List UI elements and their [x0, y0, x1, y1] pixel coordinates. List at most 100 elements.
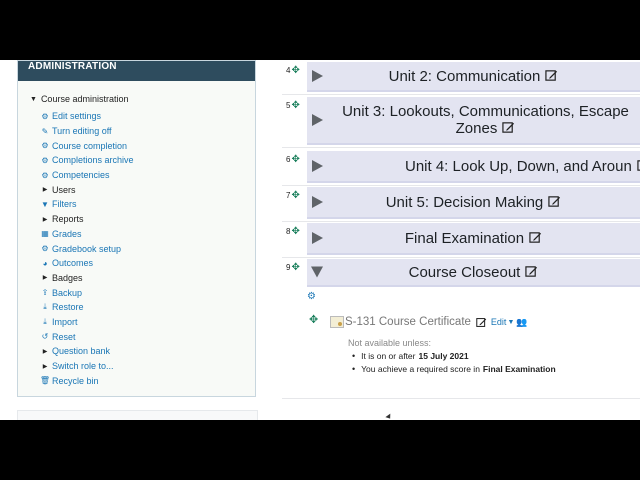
availability-conditions: It is on or after 15 July 2021 You achie…	[352, 349, 556, 375]
condition-date: It is on or after 15 July 2021	[352, 349, 556, 362]
certificate-activity: S-131 Course Certificate Edit ▼ 👥	[330, 316, 528, 328]
move-icon[interactable]: ✥	[309, 313, 318, 326]
section-number-text: 9	[286, 263, 291, 272]
section-title: Unit 5: Decision Making	[386, 194, 562, 211]
gear-icon: ⚙	[41, 141, 49, 151]
availability-label: Not available unless:	[348, 338, 432, 348]
undo-icon: ↺	[41, 332, 49, 342]
section-number: 5 ✥	[286, 100, 300, 111]
admin-item[interactable]: ⚙ Edit settings	[40, 109, 134, 124]
section-title: Course Closeout	[409, 264, 539, 281]
admin-item-label: Completions archive	[52, 155, 134, 166]
caret-down-icon[interactable]: ▼	[507, 319, 514, 326]
edit-title-icon[interactable]	[525, 265, 538, 278]
admin-item[interactable]: ▶ Question bank	[40, 344, 134, 359]
divider	[282, 257, 640, 258]
admin-item-label: Course completion	[52, 140, 128, 151]
gear-icon: ⚙	[41, 170, 49, 180]
section-header-bar[interactable]: Course Closeout	[307, 259, 640, 287]
admin-item[interactable]: ⤓ Import	[40, 315, 134, 330]
section-header-bar[interactable]: Unit 4: Look Up, Down, and Aroun	[307, 151, 640, 183]
download-icon: ⤓	[43, 302, 47, 312]
gear-icon: ⚙	[41, 244, 49, 254]
move-icon[interactable]: ✥	[291, 226, 299, 237]
edit-title-icon[interactable]	[502, 121, 515, 134]
triangle-down-icon: ▼	[30, 95, 37, 103]
move-icon[interactable]: ✥	[291, 100, 299, 111]
section-header-bar[interactable]: Unit 3: Lookouts, Communications, Escape…	[307, 97, 640, 145]
expand-arrow-icon[interactable]	[312, 114, 323, 126]
move-icon[interactable]: ✥	[291, 190, 299, 201]
administration-block: ADMINISTRATION ▼ Course administration ⚙…	[17, 60, 256, 397]
section-header-bar[interactable]: Unit 2: Communication	[307, 62, 640, 92]
edit-title-icon[interactable]	[545, 69, 558, 82]
admin-item[interactable]: ✎ Turn editing off	[40, 124, 134, 139]
gear-icon[interactable]: ⚙	[307, 291, 316, 302]
expand-arrow-icon[interactable]	[312, 160, 323, 172]
admin-item-label: Recycle bin	[52, 375, 99, 386]
admin-item[interactable]: ▶ Reports	[40, 212, 134, 227]
admin-item-label: Gradebook setup	[52, 243, 122, 254]
group-mode-icon[interactable]: 👥	[516, 317, 527, 328]
admin-item-label: Reports	[52, 214, 84, 225]
certificate-activity-link[interactable]: S-131 Course Certificate	[345, 316, 471, 328]
admin-item[interactable]: ▶ Users	[40, 182, 134, 197]
filter-icon: ▼	[41, 199, 49, 209]
admin-item[interactable]: 🗑 Recycle bin	[40, 373, 134, 388]
section-number: 8 ✥	[286, 226, 300, 237]
admin-item[interactable]: ⇪ Backup	[40, 285, 134, 300]
section-number-text: 7	[286, 191, 291, 200]
move-icon[interactable]: ✥	[291, 262, 299, 273]
download-icon: ⤓	[43, 316, 47, 326]
admin-item[interactable]: ⤓ Restore	[40, 300, 134, 315]
admin-item-label: Badges	[52, 272, 83, 283]
admin-item[interactable]: ⚙ Competencies	[40, 168, 134, 183]
admin-item-label: Switch role to...	[52, 361, 114, 372]
divider	[282, 398, 640, 399]
move-icon[interactable]: ✥	[291, 154, 299, 165]
section-header-bar[interactable]: Unit 5: Decision Making	[307, 187, 640, 219]
admin-item-label: Edit settings	[52, 111, 102, 122]
edit-title-icon[interactable]	[476, 317, 487, 328]
admin-item[interactable]: ▼ Filters	[40, 197, 134, 212]
admin-item[interactable]: ▶ Badges	[40, 271, 134, 286]
mouse-cursor	[385, 413, 393, 420]
edit-title-icon[interactable]	[529, 231, 542, 244]
course-section: 5 ✥ Unit 3: Lookouts, Communications, Esca…	[282, 97, 640, 145]
section-number-text: 4	[286, 66, 291, 75]
edit-title-icon[interactable]	[548, 195, 561, 208]
edit-menu-link[interactable]: Edit	[491, 317, 507, 327]
expand-arrow-icon[interactable]	[312, 196, 323, 208]
course-administration-label: Course administration	[40, 94, 129, 104]
course-administration-node[interactable]: ▼ Course administration	[30, 94, 128, 104]
admin-item-label: Backup	[52, 287, 83, 298]
admin-item[interactable]: ▦ Grades	[40, 227, 134, 242]
section-number: 6 ✥	[286, 154, 300, 165]
section-title: Unit 3: Lookouts, Communications, Escape…	[342, 103, 629, 137]
gear-icon: ⚙	[41, 111, 49, 121]
pie-icon: ◕	[42, 258, 48, 268]
admin-item[interactable]: ◕ Outcomes	[40, 256, 134, 271]
course-section: 7 ✥ Unit 5: Decision Making	[282, 187, 640, 219]
move-icon[interactable]: ✥	[291, 65, 299, 76]
course-section: 8 ✥ Final Examination	[282, 223, 640, 255]
collapse-arrow-icon[interactable]	[311, 266, 323, 278]
administration-body: ▼ Course administration ⚙ Edit settings ✎ T…	[18, 81, 255, 396]
triangle-right-icon: ▶	[42, 363, 48, 370]
expand-arrow-icon[interactable]	[312, 232, 323, 244]
section-title: Unit 2: Communication	[389, 68, 559, 85]
admin-item[interactable]: ⚙ Course completion	[40, 138, 134, 153]
gear-icon: ⚙	[41, 155, 49, 165]
admin-item-label: Grades	[52, 228, 82, 239]
section-header-bar[interactable]: Final Examination	[307, 223, 640, 255]
trash-icon: 🗑	[39, 376, 51, 386]
section-number: 7 ✥	[286, 190, 300, 201]
admin-item[interactable]: ▶ Switch role to...	[40, 359, 134, 374]
admin-item[interactable]: ⚙ Gradebook setup	[40, 241, 134, 256]
next-block	[17, 410, 258, 420]
certificate-icon	[330, 316, 344, 328]
admin-item-label: Question bank	[52, 346, 111, 357]
admin-item[interactable]: ↺ Reset	[40, 329, 134, 344]
admin-item[interactable]: ⚙ Completions archive	[40, 153, 134, 168]
expand-arrow-icon[interactable]	[312, 70, 323, 82]
